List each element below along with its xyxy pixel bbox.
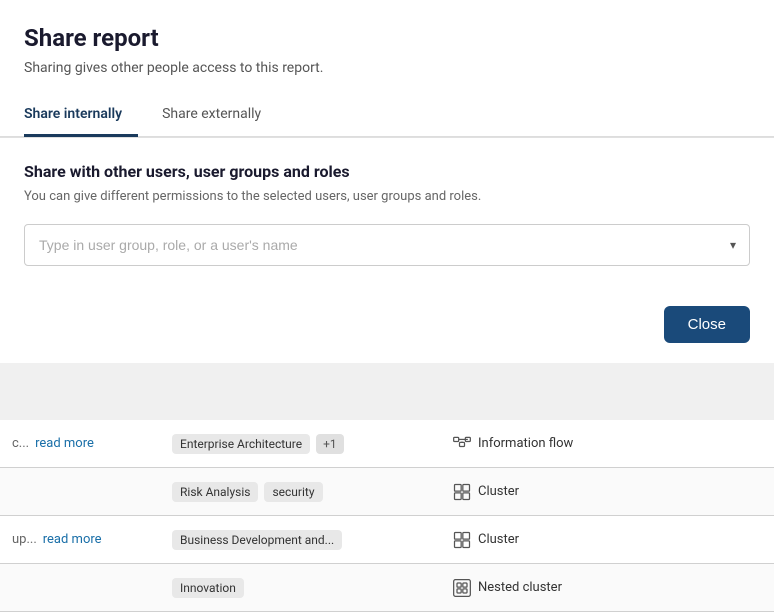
table-cell-col2-4: Innovation (160, 578, 440, 598)
share-modal: Share report Sharing gives other people … (0, 0, 774, 138)
col3-text-4: Nested cluster (478, 580, 562, 595)
table-cell-col3-4: Nested cluster (440, 578, 774, 598)
cluster-icon-2 (452, 530, 472, 550)
col3-text-3: Cluster (478, 532, 519, 547)
modal-title: Share report (24, 24, 750, 52)
modal-body: Share with other users, user groups and … (0, 138, 774, 290)
tag-biz-dev: Business Development and... (172, 530, 342, 550)
tag-risk-analysis: Risk Analysis (172, 482, 258, 502)
truncated-prefix-3: up... (12, 532, 37, 547)
section-desc: You can give different permissions to th… (24, 189, 750, 204)
col3-text-2: Cluster (478, 484, 519, 499)
nested-cluster-icon (452, 578, 472, 598)
col3-text-1: Information flow (478, 436, 573, 451)
tag-enterprise-arch: Enterprise Architecture (172, 434, 310, 454)
table-row: Innovation Nested cluster (0, 564, 774, 612)
table-cell-col3-2: Cluster (440, 482, 774, 502)
user-search-wrapper: ▾ (24, 224, 750, 266)
read-more-link-1[interactable]: read more (35, 436, 94, 451)
table-cell-col2-2: Risk Analysis security (160, 482, 440, 502)
badge-plus1: +1 (316, 434, 344, 454)
close-button[interactable]: Close (664, 306, 750, 343)
tag-security: security (264, 482, 322, 502)
modal-subtitle: Sharing gives other people access to thi… (24, 60, 750, 76)
table-cell-col2-3: Business Development and... (160, 530, 440, 550)
table-row: Risk Analysis security Cluster (0, 468, 774, 516)
cluster-icon-1 (452, 482, 472, 502)
tab-share-externally[interactable]: Share externally (162, 96, 277, 137)
table-cell-col3: Information flow (440, 434, 774, 454)
modal-footer: Close (0, 290, 774, 363)
table-row: up... read more Business Development and… (0, 516, 774, 564)
read-more-link-3[interactable]: read more (43, 532, 102, 547)
table-cell-col3-3: Cluster (440, 530, 774, 550)
table-cell-col1: c... read more (0, 436, 160, 451)
user-search-input[interactable] (24, 224, 750, 266)
table-row: c... read more Enterprise Architecture +… (0, 420, 774, 468)
section-title: Share with other users, user groups and … (24, 162, 750, 181)
table-cell-col1-3: up... read more (0, 532, 160, 547)
tag-innovation: Innovation (172, 578, 244, 598)
truncated-prefix: c... (12, 436, 29, 451)
table-cell-col2: Enterprise Architecture +1 (160, 434, 440, 454)
tab-share-internally[interactable]: Share internally (24, 96, 138, 137)
information-flow-icon (452, 434, 472, 454)
tabs-container: Share internally Share externally (0, 96, 774, 137)
